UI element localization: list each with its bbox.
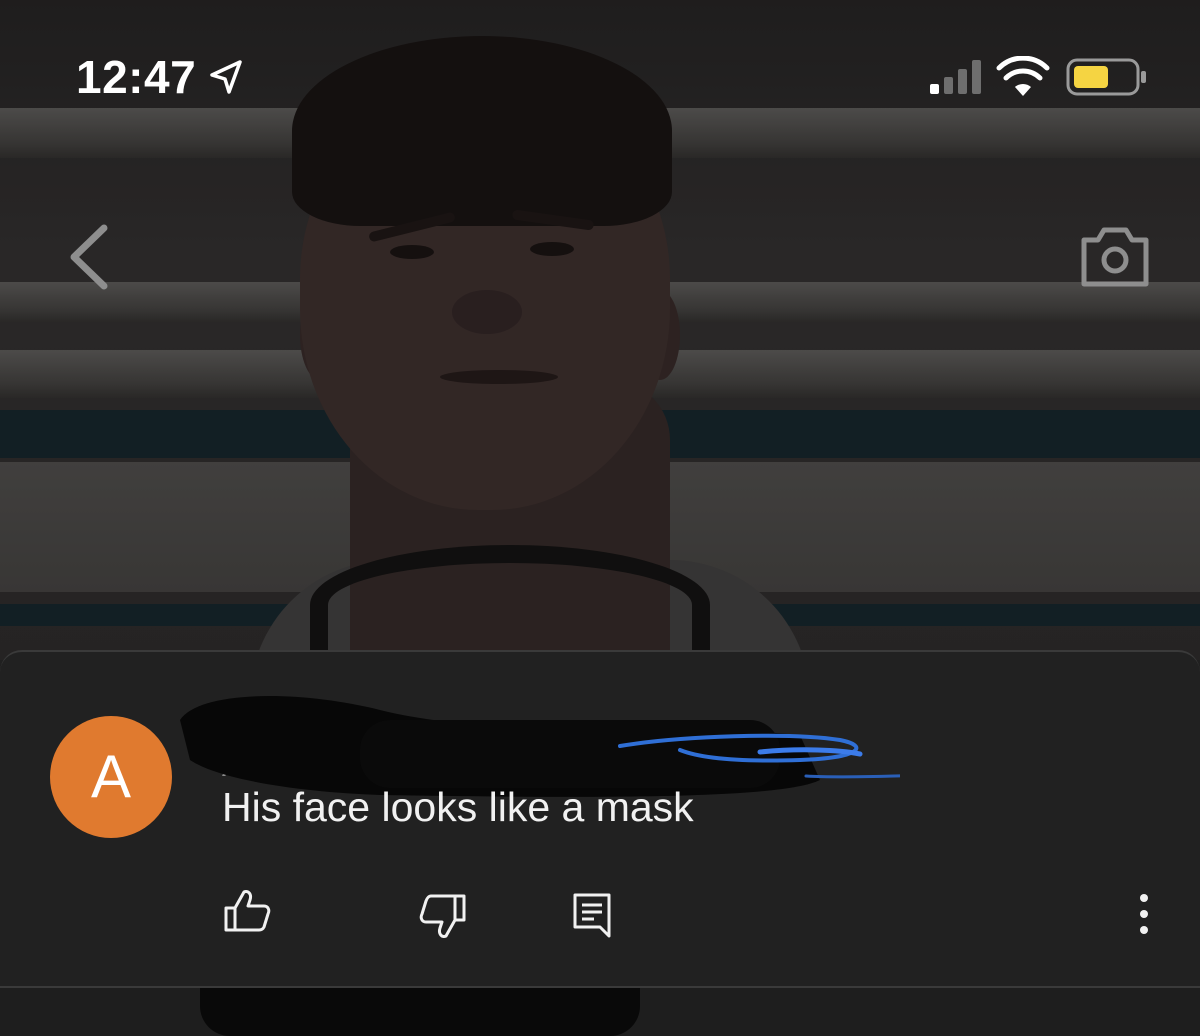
status-time: 12:47 xyxy=(76,51,197,103)
thumbs-up-icon[interactable] xyxy=(222,888,272,932)
wifi-icon xyxy=(996,56,1050,96)
more-vert-icon[interactable] xyxy=(1132,892,1156,938)
screen: 12:47 A Arden xyxy=(0,0,1200,1036)
reply-icon[interactable] xyxy=(572,892,612,938)
comment-header: Arden xyxy=(180,680,900,800)
cellular-signal-icon xyxy=(930,60,981,94)
camera-icon[interactable] xyxy=(1078,222,1152,290)
status-bar: 12:47 xyxy=(0,0,1200,150)
avatar[interactable]: A xyxy=(50,716,172,838)
comment-text: His face looks like a mask xyxy=(222,784,694,830)
next-comment-peek xyxy=(0,988,1200,1036)
chevron-left-icon[interactable] xyxy=(62,222,116,292)
location-arrow-icon xyxy=(210,60,242,94)
battery-icon xyxy=(1066,58,1146,96)
comment-panel: A Arden His face looks like a mask xyxy=(0,650,1200,990)
thumbs-down-icon[interactable] xyxy=(418,892,468,940)
